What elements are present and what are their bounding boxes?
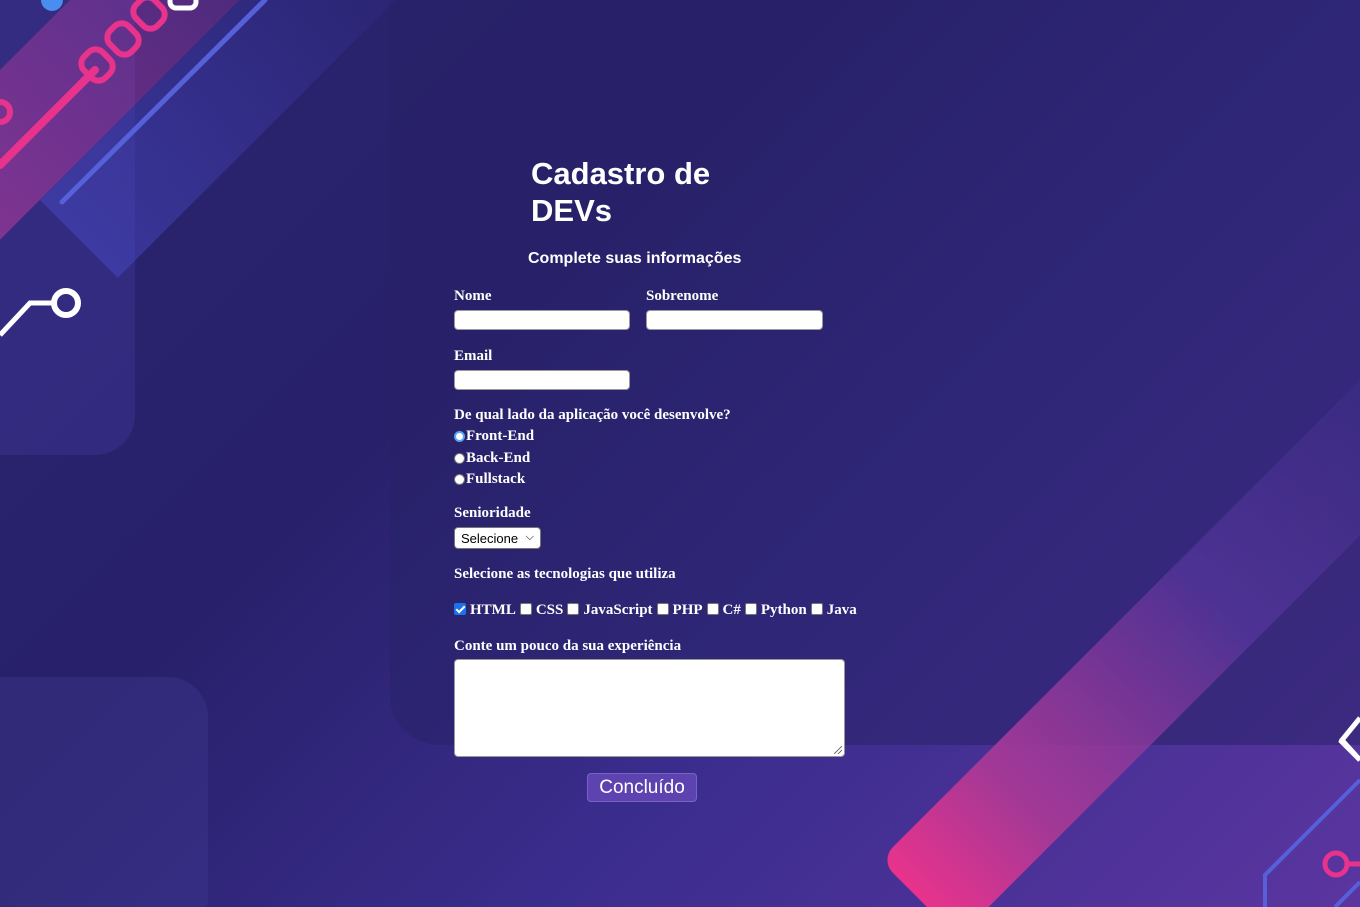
checkbox-box[interactable] bbox=[454, 602, 466, 615]
checkbox-csharp[interactable]: C# bbox=[706, 602, 741, 619]
checkbox-php[interactable]: PHP bbox=[656, 602, 703, 619]
tecnologias-checkboxes: HTML CSS JavaScript PHP C# Python Java bbox=[454, 602, 861, 619]
checkbox-label: Python bbox=[760, 602, 807, 618]
radio-label: Front-End bbox=[466, 428, 535, 444]
senioridade-label: Senioridade bbox=[454, 505, 531, 521]
checkbox-box[interactable] bbox=[706, 602, 719, 615]
email-label: Email bbox=[454, 348, 493, 364]
experiencia-textarea[interactable] bbox=[454, 659, 845, 757]
radio-label: Fullstack bbox=[466, 471, 526, 487]
radio-button[interactable] bbox=[454, 431, 465, 442]
chevron-down-icon: ⌵ bbox=[525, 531, 534, 543]
checkbox-box[interactable] bbox=[519, 602, 532, 615]
checkbox-label: PHP bbox=[672, 602, 703, 618]
senioridade-select[interactable]: Selecione ⌵ bbox=[454, 527, 541, 549]
nome-input[interactable] bbox=[454, 310, 630, 330]
sobrenome-label: Sobrenome bbox=[646, 288, 719, 304]
tecnologias-label: Selecione as tecnologias que utiliza bbox=[454, 566, 676, 582]
resize-grip-icon[interactable] bbox=[834, 746, 842, 754]
checkbox-label: HTML bbox=[470, 602, 516, 618]
checkbox-label: C# bbox=[722, 602, 741, 618]
checkbox-box[interactable] bbox=[656, 602, 669, 615]
lado-question-label: De qual lado da aplicação você desenvolv… bbox=[454, 407, 731, 423]
radio-button[interactable] bbox=[454, 474, 465, 485]
checkbox-css[interactable]: CSS bbox=[519, 602, 564, 619]
circuit-lines-graphic bbox=[0, 0, 1360, 907]
checkbox-box[interactable] bbox=[744, 602, 757, 615]
radio-front-end[interactable]: Front-End bbox=[454, 428, 534, 445]
checkbox-java[interactable]: Java bbox=[810, 602, 857, 619]
checkbox-html[interactable]: HTML bbox=[454, 602, 516, 619]
email-input[interactable] bbox=[454, 370, 630, 390]
checkbox-label: Java bbox=[826, 602, 857, 618]
sobrenome-input[interactable] bbox=[646, 310, 823, 330]
radio-back-end[interactable]: Back-End bbox=[454, 450, 530, 467]
radio-button[interactable] bbox=[454, 453, 465, 464]
select-value: Selecione bbox=[461, 530, 519, 546]
concluido-button[interactable]: Concluído bbox=[587, 773, 697, 802]
checkbox-label: CSS bbox=[535, 602, 564, 618]
page-title: Cadastro de DEVs bbox=[531, 156, 711, 228]
checkbox-box[interactable] bbox=[810, 602, 823, 615]
radio-fullstack[interactable]: Fullstack bbox=[454, 471, 525, 488]
experiencia-label: Conte um pouco da sua experiência bbox=[454, 638, 682, 654]
radio-label: Back-End bbox=[466, 450, 531, 466]
checkbox-javascript[interactable]: JavaScript bbox=[567, 602, 653, 619]
checkbox-label: JavaScript bbox=[583, 602, 653, 618]
page-subtitle: Complete suas informações bbox=[528, 250, 742, 267]
nome-label: Nome bbox=[454, 288, 492, 304]
checkbox-python[interactable]: Python bbox=[744, 602, 807, 619]
checkbox-box[interactable] bbox=[567, 602, 580, 615]
background-decoration bbox=[0, 0, 1360, 907]
